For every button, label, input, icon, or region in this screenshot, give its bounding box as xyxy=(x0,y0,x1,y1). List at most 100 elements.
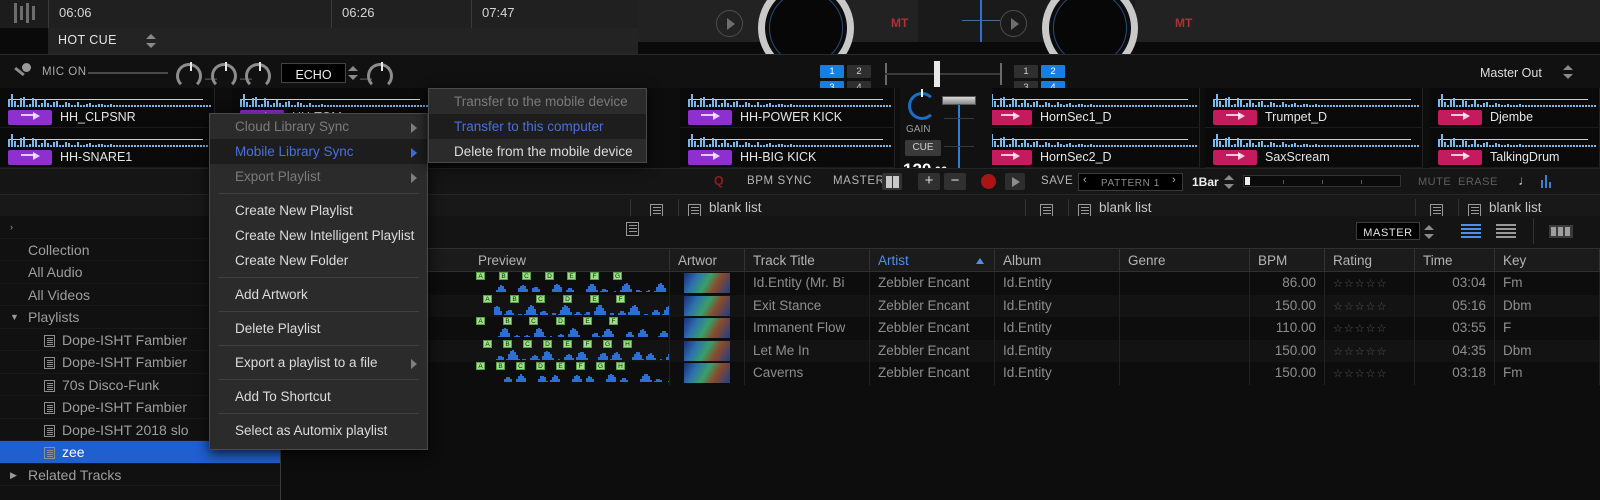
cell-preview[interactable]: A B C D E F G H xyxy=(470,362,670,385)
channel-fader-knob[interactable] xyxy=(942,96,976,105)
bar-length-label[interactable]: 1Bar xyxy=(1192,175,1219,189)
sampler-play-pad[interactable] xyxy=(688,110,732,125)
pattern-selector[interactable]: PATTERN 1 xyxy=(1078,173,1183,191)
sampler-play-pad[interactable] xyxy=(1438,110,1482,125)
cell-album[interactable]: Id.Entity xyxy=(995,362,1120,385)
sampler-pad-slot[interactable]: SaxScream xyxy=(1205,128,1423,168)
cell-rating[interactable]: ☆☆☆☆☆ xyxy=(1325,339,1415,362)
list-view-icon[interactable] xyxy=(1461,224,1481,239)
rating-stars[interactable]: ☆☆☆☆☆ xyxy=(1333,323,1387,335)
sampler-pad-slot[interactable]: HornSec1_D xyxy=(980,88,1200,128)
cell-track-title[interactable]: Let Me In xyxy=(745,339,870,362)
cell-preview[interactable]: A B C D E F xyxy=(470,294,670,317)
cell-artist[interactable]: Zebbler Encant xyxy=(870,339,995,362)
cue-button[interactable]: CUE xyxy=(905,140,941,156)
playlist-context-menu[interactable]: Cloud Library Sync Mobile Library Sync Exp… xyxy=(209,113,428,450)
sampler-play-pad[interactable] xyxy=(8,150,52,165)
column-menu-icon[interactable] xyxy=(626,221,639,236)
cell-album[interactable]: Id.Entity xyxy=(995,294,1120,317)
add-button[interactable]: + xyxy=(918,173,940,190)
ch-button-1[interactable]: 1 xyxy=(1014,65,1038,78)
hot-cue-bar[interactable]: HOT CUE xyxy=(48,28,638,54)
ch-button-2[interactable]: 2 xyxy=(847,65,871,78)
cell-genre[interactable] xyxy=(1120,272,1250,295)
master-deck-select[interactable]: MASTER xyxy=(1356,222,1420,240)
mic-hi-knob[interactable]: HI xyxy=(245,62,271,101)
tree-twisty-icon[interactable]: ▼ xyxy=(10,306,19,328)
column-header-genre[interactable]: Genre xyxy=(1120,249,1250,273)
sampler-pad-slot[interactable]: TalkingDrum xyxy=(1430,128,1600,168)
sequencer-play-button[interactable] xyxy=(1005,173,1025,190)
bpm-sync-button[interactable]: BPM SYNC xyxy=(747,175,812,187)
cell-artist[interactable]: Zebbler Encant xyxy=(870,272,995,295)
level-meter-icon[interactable] xyxy=(1541,174,1554,188)
channel-fader-track[interactable] xyxy=(958,102,960,176)
tab-blank-list[interactable]: blank list xyxy=(709,200,762,215)
menu-item-create-new-folder[interactable]: Create New Folder xyxy=(210,248,427,273)
column-header-bpm[interactable]: BPM xyxy=(1250,249,1325,273)
column-header-album[interactable]: Album xyxy=(995,249,1120,273)
fx-stepper-icon[interactable] xyxy=(348,65,359,81)
cell-rating[interactable]: ☆☆☆☆☆ xyxy=(1325,272,1415,295)
bar-stepper-icon[interactable] xyxy=(1224,174,1235,190)
cell-key[interactable]: Fm xyxy=(1495,272,1600,295)
cell-album[interactable]: Id.Entity xyxy=(995,339,1120,362)
cell-genre[interactable] xyxy=(1120,294,1250,317)
cell-track-title[interactable]: Immanent Flow xyxy=(745,317,870,340)
cell-preview[interactable]: A B C D E F G H xyxy=(470,339,670,362)
tab-blank-list[interactable]: blank list xyxy=(1099,200,1152,215)
mobile-library-sync-submenu[interactable]: Transfer to the mobile device Transfer to… xyxy=(428,88,647,163)
menu-item-select-as-automix-playlist[interactable]: Select as Automix playlist xyxy=(210,418,427,443)
cell-artist[interactable]: Zebbler Encant xyxy=(870,362,995,385)
cell-rating[interactable]: ☆☆☆☆☆ xyxy=(1325,317,1415,340)
column-header-rating[interactable]: Rating xyxy=(1325,249,1415,273)
cell-preview[interactable]: A B C D E F xyxy=(470,317,670,340)
menu-item-create-new-playlist[interactable]: Create New Playlist xyxy=(210,198,427,223)
pattern-next-icon[interactable]: › xyxy=(1172,174,1176,186)
sampler-play-pad[interactable] xyxy=(988,110,1032,125)
column-header-key[interactable]: Key xyxy=(1495,249,1600,273)
menu-item-create-new-intelligent-playlist[interactable]: Create New Intelligent Playlist xyxy=(210,223,427,248)
submenu-item-transfer-to-this-computer[interactable]: Transfer to this computer xyxy=(429,114,646,139)
column-header-preview[interactable]: Preview xyxy=(470,249,670,273)
rating-stars[interactable]: ☆☆☆☆☆ xyxy=(1333,368,1387,380)
ch-button-2[interactable]: 2 xyxy=(1041,65,1065,78)
waveform-grip-icon[interactable] xyxy=(14,3,48,25)
detail-view-icon[interactable] xyxy=(1496,224,1516,239)
sampler-pad-slot[interactable]: HH-POWER KICK xyxy=(680,88,895,128)
cell-key[interactable]: F xyxy=(1495,317,1600,340)
cell-track-title[interactable]: Exit Stance xyxy=(745,294,870,317)
cell-album[interactable]: Id.Entity xyxy=(995,272,1120,295)
menu-item-mobile-library-sync[interactable]: Mobile Library Sync xyxy=(210,139,427,164)
remove-button[interactable]: − xyxy=(944,173,966,190)
cell-preview[interactable]: A B C D E F G xyxy=(470,272,670,295)
sampler-play-pad[interactable] xyxy=(1438,150,1482,165)
mic-mid-knob[interactable]: MID xyxy=(211,62,237,101)
cell-rating[interactable]: ☆☆☆☆☆ xyxy=(1325,294,1415,317)
cell-bpm[interactable]: 150.00 xyxy=(1250,339,1325,362)
rating-stars[interactable]: ☆☆☆☆☆ xyxy=(1333,301,1387,313)
master-button[interactable]: MASTER xyxy=(833,175,885,187)
sampler-pad-slot[interactable]: HornSec2_D xyxy=(980,128,1200,168)
master-out-stepper-icon[interactable] xyxy=(1563,64,1574,80)
rating-stars[interactable]: ☆☆☆☆☆ xyxy=(1333,278,1387,290)
sampler-play-pad[interactable] xyxy=(988,150,1032,165)
sampler-pad-slot[interactable]: Djembe xyxy=(1430,88,1600,128)
sampler-play-pad[interactable] xyxy=(8,110,52,125)
hot-cue-stepper-icon[interactable] xyxy=(146,33,157,49)
cell-track-title[interactable]: Id.Entity (Mr. Bi xyxy=(745,272,870,295)
sampler-pad-slot[interactable]: HH-BIG KICK xyxy=(680,128,895,168)
tree-twisty-icon[interactable]: › xyxy=(10,216,13,238)
cell-artist[interactable]: Zebbler Encant xyxy=(870,317,995,340)
sampler-pad-slot[interactable]: HH_CLPSNR xyxy=(0,88,215,128)
sampler-pad-slot[interactable]: HH-SNARE1 xyxy=(0,128,215,168)
sampler-pad-slot[interactable]: Trumpet_D xyxy=(1205,88,1423,128)
cell-bpm[interactable]: 110.00 xyxy=(1250,317,1325,340)
table-row[interactable]: A B C D E F Exit Stance Zebbler Encant Id.Entity… xyxy=(281,294,1600,317)
cell-key[interactable]: Dbm xyxy=(1495,294,1600,317)
menu-item-delete-playlist[interactable]: Delete Playlist xyxy=(210,316,427,341)
record-button[interactable] xyxy=(981,174,996,189)
column-header-track-title[interactable]: Track Title xyxy=(745,249,870,273)
mute-button[interactable]: MUTE xyxy=(1418,176,1451,188)
fx-select[interactable]: ECHO xyxy=(281,63,346,83)
